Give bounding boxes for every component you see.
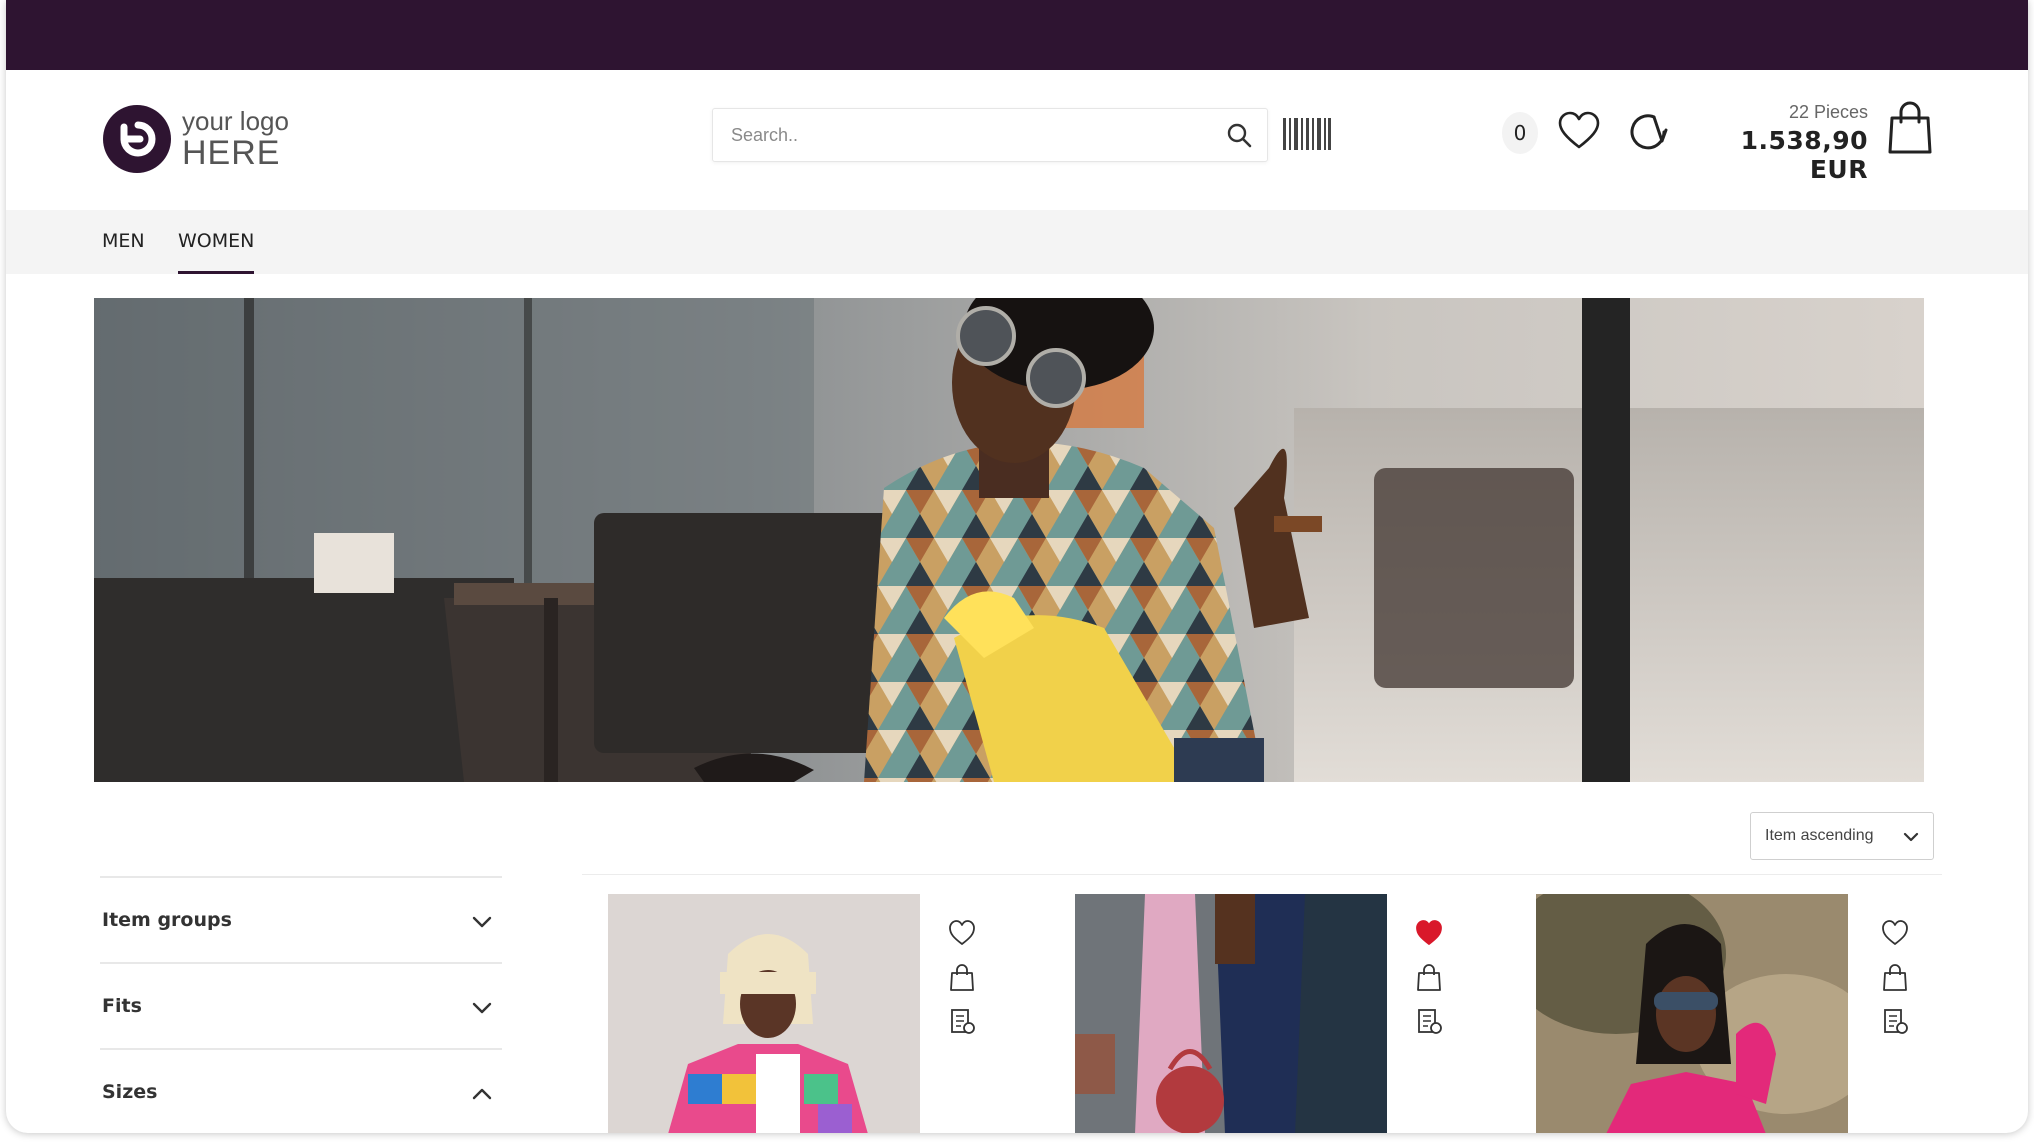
logo[interactable]: your logo HERE [102,104,289,174]
cart-summary[interactable]: 22 Pieces 1.538,90 EUR [1686,102,1868,184]
header: your logo HERE 0 [6,70,2028,210]
product-image[interactable] [608,894,920,1133]
search-box [712,108,1268,162]
divider [582,874,1942,875]
chevron-down-icon [472,916,492,928]
filter-item-groups[interactable]: Item groups [100,876,502,964]
logo-icon [103,105,171,173]
product-image[interactable] [1075,894,1387,1133]
heart-icon[interactable] [1414,918,1444,948]
filter-fits[interactable]: Fits [100,962,502,1050]
top-bar [6,0,2028,70]
search-input[interactable] [729,109,1213,161]
reload-icon[interactable] [1624,108,1672,156]
search-icon[interactable] [1225,121,1253,149]
heart-icon[interactable] [1556,108,1602,154]
nav-item-women[interactable]: WOMEN [178,210,255,274]
chevron-down-icon [1903,832,1919,842]
filter-label: Sizes [102,1081,158,1103]
filter-sizes[interactable]: Sizes [100,1048,502,1133]
nav-item-men[interactable]: MEN [102,210,145,274]
logo-text-line2: HERE [182,134,281,172]
shopping-bag-icon[interactable] [1414,962,1444,992]
heart-icon[interactable] [947,918,977,948]
shopping-bag-icon[interactable] [1886,100,1934,156]
sort-select[interactable]: Item ascending [1750,812,1934,860]
product-image[interactable] [1536,894,1848,1133]
barcode-icon[interactable] [1282,116,1332,152]
compare-list-icon[interactable] [1414,1006,1444,1036]
compare-list-icon[interactable] [947,1006,977,1036]
heart-icon[interactable] [1880,918,1910,948]
chevron-up-icon [472,1088,492,1100]
category-nav: MEN WOMEN [6,210,2028,274]
shopping-bag-icon[interactable] [947,962,977,992]
compare-list-icon[interactable] [1880,1006,1910,1036]
cart-total: 1.538,90 EUR [1740,126,1868,184]
cart-pieces-count: 22 Pieces [1788,102,1868,122]
chevron-down-icon [472,1002,492,1014]
app-window: your logo HERE 0 [6,0,2028,1133]
filter-label: Item groups [102,909,232,931]
compare-counter-badge[interactable]: 0 [1502,112,1538,154]
shopping-bag-icon[interactable] [1880,962,1910,992]
filter-label: Fits [102,995,142,1017]
hero-banner-image[interactable] [94,298,1924,782]
sort-selected-label: Item ascending [1765,827,1874,844]
logo-text-line1: your logo [182,106,289,136]
